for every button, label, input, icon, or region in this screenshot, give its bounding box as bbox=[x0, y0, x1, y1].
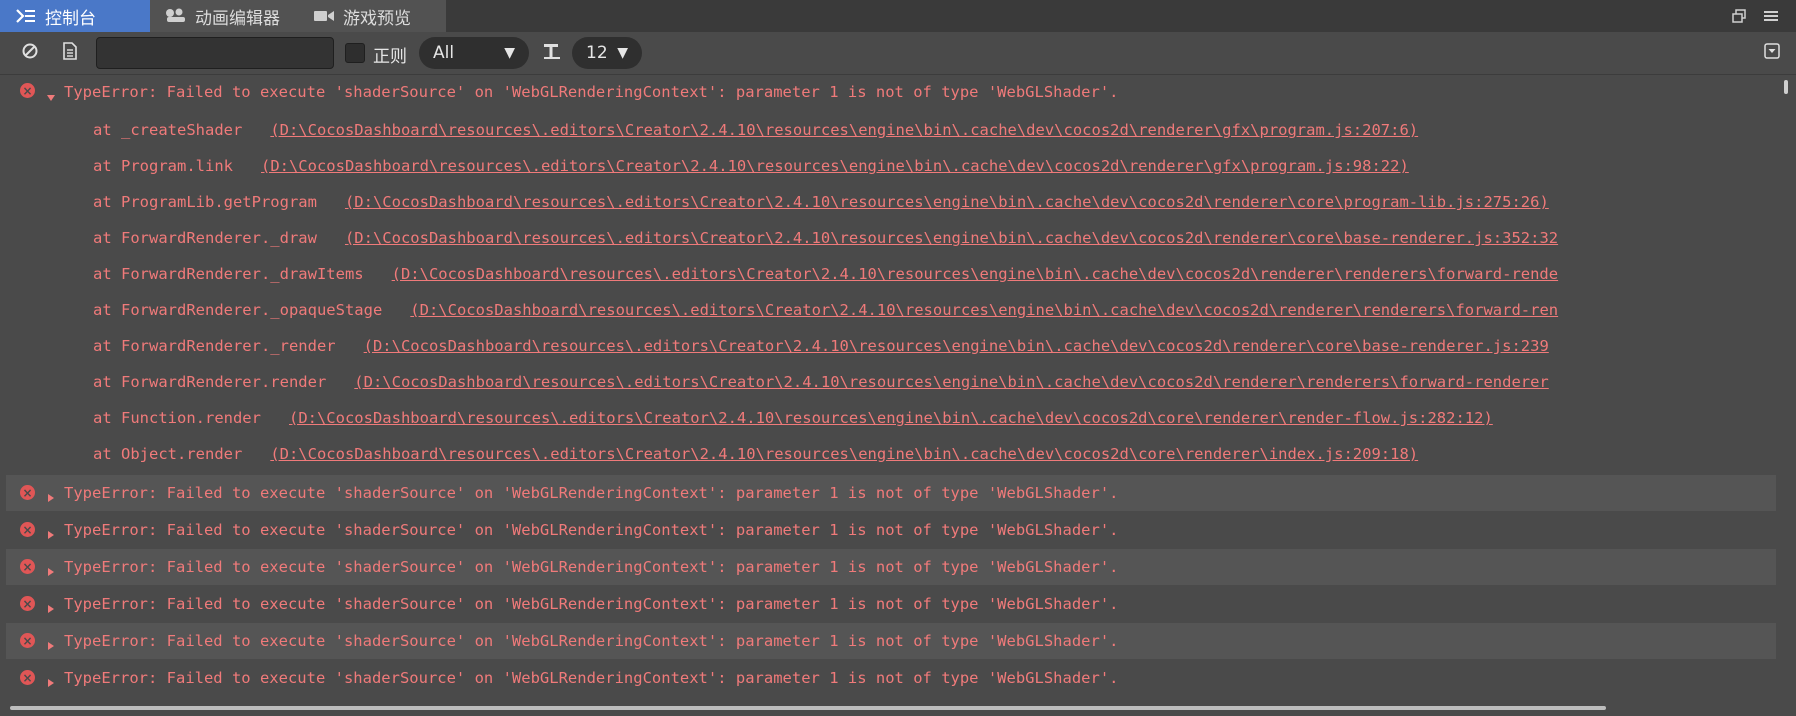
collapse-arrow-icon[interactable] bbox=[46, 488, 56, 502]
regex-checkbox[interactable] bbox=[345, 43, 365, 63]
stack-frame: at ProgramLib.getProgram (D:\CocosDashbo… bbox=[93, 193, 1776, 229]
animation-icon bbox=[164, 6, 188, 26]
tab-game-preview[interactable]: 游戏预览 bbox=[298, 0, 446, 32]
error-icon: × bbox=[20, 83, 35, 98]
error-message[interactable]: TypeError: Failed to execute 'shaderSour… bbox=[64, 632, 1119, 650]
log-entry-collapsed[interactable]: × TypeError: Failed to execute 'shaderSo… bbox=[6, 660, 1776, 696]
collapse-arrow-icon[interactable] bbox=[46, 562, 56, 576]
stack-frame-function: at ProgramLib.getProgram bbox=[93, 193, 317, 211]
horizontal-scrollbar-thumb[interactable] bbox=[10, 706, 1606, 710]
stack-frame-link[interactable]: (D:\CocosDashboard\resources\.editors\Cr… bbox=[364, 337, 1549, 355]
error-message[interactable]: TypeError: Failed to execute 'shaderSour… bbox=[64, 521, 1119, 539]
tab-animation-editor-label: 动画编辑器 bbox=[195, 8, 280, 29]
font-size-select[interactable]: 12 ▼ bbox=[572, 37, 642, 69]
collapse-arrow-icon[interactable] bbox=[46, 673, 56, 687]
tab-console-label: 控制台 bbox=[45, 8, 96, 29]
log-entry-expanded[interactable]: × TypeError: Failed to execute 'shaderSo… bbox=[6, 75, 1776, 111]
stack-frame-function: at ForwardRenderer._opaqueStage bbox=[93, 301, 383, 319]
collapse-all-button[interactable] bbox=[1758, 40, 1786, 66]
stack-frame-link[interactable]: (D:\CocosDashboard\resources\.editors\Cr… bbox=[410, 301, 1558, 319]
clear-button[interactable] bbox=[16, 40, 44, 66]
font-size-button[interactable] bbox=[538, 40, 566, 66]
error-message[interactable]: TypeError: Failed to execute 'shaderSour… bbox=[64, 83, 1119, 101]
stack-frame-link[interactable]: (D:\CocosDashboard\resources\.editors\Cr… bbox=[345, 193, 1549, 211]
log-level-select[interactable]: All ▼ bbox=[419, 37, 529, 69]
stack-frame: at Program.link (D:\CocosDashboard\resou… bbox=[93, 157, 1776, 193]
stack-frame-link[interactable]: (D:\CocosDashboard\resources\.editors\Cr… bbox=[289, 409, 1493, 427]
error-message[interactable]: TypeError: Failed to execute 'shaderSour… bbox=[64, 484, 1119, 502]
error-icon: × bbox=[20, 670, 35, 685]
document-icon bbox=[62, 42, 78, 64]
stack-frame-function: at Program.link bbox=[93, 157, 233, 175]
stack-frame-function: at ForwardRenderer._draw bbox=[93, 229, 317, 247]
stack-frame-link[interactable]: (D:\CocosDashboard\resources\.editors\Cr… bbox=[392, 265, 1558, 283]
tab-animation-editor[interactable]: 动画编辑器 bbox=[150, 0, 298, 32]
stack-frame: at Function.render (D:\CocosDashboard\re… bbox=[93, 409, 1776, 445]
stack-frame-function: at ForwardRenderer.render bbox=[93, 373, 327, 391]
collapse-arrow-icon[interactable] bbox=[46, 525, 56, 539]
log-entry-collapsed[interactable]: × TypeError: Failed to execute 'shaderSo… bbox=[6, 475, 1776, 511]
stack-frame-link[interactable]: (D:\CocosDashboard\resources\.editors\Cr… bbox=[261, 157, 1409, 175]
tab-game-preview-label: 游戏预览 bbox=[343, 8, 411, 29]
log-entry-collapsed[interactable]: × TypeError: Failed to execute 'shaderSo… bbox=[6, 512, 1776, 548]
chevron-down-icon: ▼ bbox=[617, 45, 628, 61]
stack-frame-function: at Function.render bbox=[93, 409, 261, 427]
stack-frame-function: at _createShader bbox=[93, 121, 243, 139]
restore-window-icon[interactable] bbox=[1728, 5, 1750, 27]
chevron-down-icon: ▼ bbox=[504, 45, 515, 61]
stack-frame-function: at ForwardRenderer._render bbox=[93, 337, 336, 355]
expand-arrow-icon[interactable] bbox=[46, 88, 56, 101]
error-message[interactable]: TypeError: Failed to execute 'shaderSour… bbox=[64, 669, 1119, 687]
font-size-value: 12 bbox=[586, 43, 608, 63]
console-toolbar: 正则 All ▼ 12 ▼ bbox=[0, 32, 1796, 75]
open-log-file-button[interactable] bbox=[56, 40, 84, 66]
stack-frame: at ForwardRenderer._draw (D:\CocosDashbo… bbox=[93, 229, 1776, 265]
stack-frame: at ForwardRenderer.render (D:\CocosDashb… bbox=[93, 373, 1776, 409]
menu-icon[interactable] bbox=[1760, 5, 1782, 27]
stack-frame-link[interactable]: (D:\CocosDashboard\resources\.editors\Cr… bbox=[270, 121, 1418, 139]
error-message[interactable]: TypeError: Failed to execute 'shaderSour… bbox=[64, 595, 1119, 613]
error-icon: × bbox=[20, 596, 35, 611]
collapse-arrow-icon[interactable] bbox=[46, 636, 56, 650]
log-entry-collapsed[interactable]: × TypeError: Failed to execute 'shaderSo… bbox=[6, 549, 1776, 585]
error-icon: × bbox=[20, 559, 35, 574]
error-icon: × bbox=[20, 522, 35, 537]
error-icon: × bbox=[20, 633, 35, 648]
panel-tab-bar: 控制台 动画编辑器 游戏预览 bbox=[0, 0, 1796, 32]
stack-frame: at ForwardRenderer._render (D:\CocosDash… bbox=[93, 337, 1776, 373]
camera-icon bbox=[312, 6, 336, 26]
stack-frame-link[interactable]: (D:\CocosDashboard\resources\.editors\Cr… bbox=[345, 229, 1558, 247]
log-entry-collapsed[interactable]: × TypeError: Failed to execute 'shaderSo… bbox=[6, 586, 1776, 622]
stack-frame: at _createShader (D:\CocosDashboard\reso… bbox=[93, 121, 1776, 157]
font-size-icon bbox=[542, 42, 562, 64]
stack-frame: at ForwardRenderer._drawItems (D:\CocosD… bbox=[93, 265, 1776, 301]
error-message[interactable]: TypeError: Failed to execute 'shaderSour… bbox=[64, 558, 1119, 576]
vertical-scrollbar-thumb[interactable] bbox=[1784, 80, 1788, 94]
stack-frame-link[interactable]: (D:\CocosDashboard\resources\.editors\Cr… bbox=[354, 373, 1548, 391]
error-icon: × bbox=[20, 485, 35, 500]
stack-frame-function: at Object.render bbox=[93, 445, 243, 463]
clear-icon bbox=[21, 42, 39, 64]
console-icon bbox=[14, 6, 38, 26]
stack-frame: at ForwardRenderer._opaqueStage (D:\Coco… bbox=[93, 301, 1776, 337]
tab-console[interactable]: 控制台 bbox=[0, 0, 150, 32]
collapse-arrow-icon[interactable] bbox=[46, 599, 56, 613]
regex-label: 正则 bbox=[373, 47, 407, 67]
console-log-list: × TypeError: Failed to execute 'shaderSo… bbox=[0, 75, 1796, 716]
stack-frame-function: at ForwardRenderer._drawItems bbox=[93, 265, 364, 283]
stack-frame-link[interactable]: (D:\CocosDashboard\resources\.editors\Cr… bbox=[270, 445, 1418, 463]
log-level-value: All bbox=[433, 43, 455, 63]
search-input[interactable] bbox=[96, 37, 334, 69]
collapse-icon bbox=[1764, 43, 1780, 63]
log-entry-collapsed[interactable]: × TypeError: Failed to execute 'shaderSo… bbox=[6, 623, 1776, 659]
